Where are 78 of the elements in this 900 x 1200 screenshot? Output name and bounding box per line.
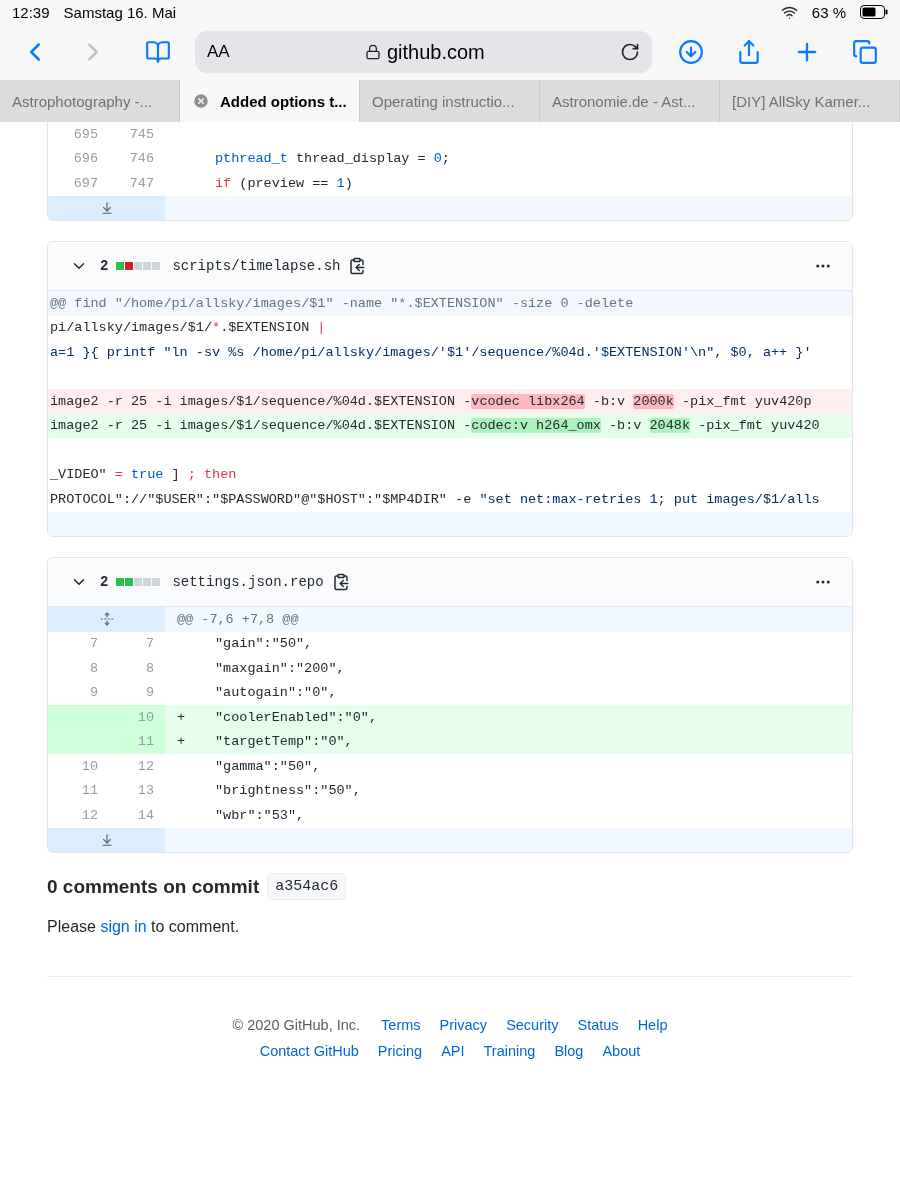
expand-down-icon [99,200,114,215]
line-number: 7 [145,636,154,652]
close-tab-icon[interactable] [192,92,210,110]
line-number: 695 [73,126,98,142]
sign-in-link[interactable]: sign in [100,918,147,935]
change-count: 2 [100,258,109,274]
comments-heading: 0 comments on commit [47,875,260,898]
line-number: 747 [129,175,154,191]
footer-link[interactable]: Terms [381,1017,421,1033]
code-line: "targetTemp":"0", [215,734,353,750]
expand-icon [99,612,114,627]
code-line: image2 -r 25 -i images/$1/sequence/%04d.$EXTENSION -codec:v h264_omx -b:v 2048k -pix_fmt yuv420 [50,418,820,434]
download-button[interactable] [676,37,706,67]
line-number: 12 [137,758,154,774]
code-line: a=1 }{ printf "ln -sv %s /home/pi/allsky/images/'$1'/sequence/%04d.'$EXTENSION'\n", $0, a++ }' [50,344,812,360]
change-count: 2 [100,574,109,590]
footer-link[interactable]: About [602,1043,641,1059]
lock-icon [364,44,381,60]
line-number: 9 [145,685,154,701]
footer-link[interactable]: Pricing [377,1043,423,1059]
copyright-text: © 2020 GitHub, Inc. [232,1017,361,1033]
diff-marker: + [177,709,186,725]
line-number: 9 [89,685,98,701]
copy-path-icon[interactable] [348,257,367,275]
tabs-overview-button[interactable] [850,37,880,67]
address-bar[interactable]: AA github.com [195,31,652,73]
battery-percent: 63 % [811,3,846,21]
diff-marker: + [177,734,186,750]
line-number: 7 [89,636,98,652]
footer-link[interactable]: Help [637,1017,668,1033]
footer-link[interactable]: Security [506,1017,559,1033]
browser-tab[interactable]: Added options t... [180,80,360,122]
code-line: "wbr":"53", [215,807,305,823]
sign-in-prompt: Please sign in to comment. [47,918,241,936]
line-number: 8 [89,660,98,676]
footer-link[interactable]: Contact GitHub [259,1043,359,1059]
status-time: 12:39 [12,3,50,21]
code-line: pi/allsky/images/$1/*.$EXTENSION | [50,320,326,336]
line-number: 10 [137,709,154,725]
footer-link[interactable]: Status [577,1017,619,1033]
line-number: 11 [81,783,98,799]
line-number: 14 [137,807,154,823]
code-line: "brightness":"50", [215,783,361,799]
line-number: 12 [81,807,98,823]
reload-icon[interactable] [620,42,640,62]
code-line: if (preview == 1) [215,175,353,191]
code-line: "autogain":"0", [215,685,337,701]
footer-link[interactable]: Privacy [439,1017,488,1033]
footer-link[interactable]: API [441,1043,465,1059]
line-number: 696 [73,151,98,167]
code-line: "gain":"50", [215,636,313,652]
code-line: _VIDEO" = true ] ; then [50,467,237,483]
battery-icon [860,5,888,19]
footer-link[interactable]: Blog [554,1043,584,1059]
code-line: pthread_t thread_display = 0; [215,151,450,167]
line-number: 11 [137,734,154,750]
line-number: 746 [129,151,154,167]
line-number: 745 [129,126,154,142]
status-date: Samstag 16. Mai [63,3,177,21]
code-line: image2 -r 25 -i images/$1/sequence/%04d.$EXTENSION -vcodec libx264 -b:v 2000k -pix_fmt yuv420p [50,393,812,409]
expand-down-icon [99,832,114,847]
file-path[interactable]: settings.json.repo [172,574,324,590]
copy-path-icon[interactable] [331,573,350,591]
code-line: "maxgain":"200", [215,660,345,676]
url-text: github.com [386,40,485,64]
line-number: 10 [81,758,98,774]
text-size-button[interactable]: AA [207,42,230,62]
code-line: PROTOCOL"://"$USER":"$PASSWORD"@"$HOST":"$MP4DIR" -e "set net:max-retries 1; put images/$1/alls [50,491,820,507]
code-line: "gamma":"50", [215,758,321,774]
hunk-header: @@ -7,6 +7,8 @@ [176,611,299,627]
hunk-header: @@ find "/home/pi/allsky/images/$1" -name "*.$EXTENSION" -size 0 -delete [49,295,634,311]
line-number: 697 [73,175,98,191]
file-path[interactable]: scripts/timelapse.sh [172,258,341,274]
footer-link[interactable]: Training [483,1043,536,1059]
commit-sha: a354ac6 [267,873,347,900]
line-number: 8 [145,660,154,676]
code-line: "coolerEnabled":"0", [215,709,378,725]
line-number: 13 [137,783,154,799]
